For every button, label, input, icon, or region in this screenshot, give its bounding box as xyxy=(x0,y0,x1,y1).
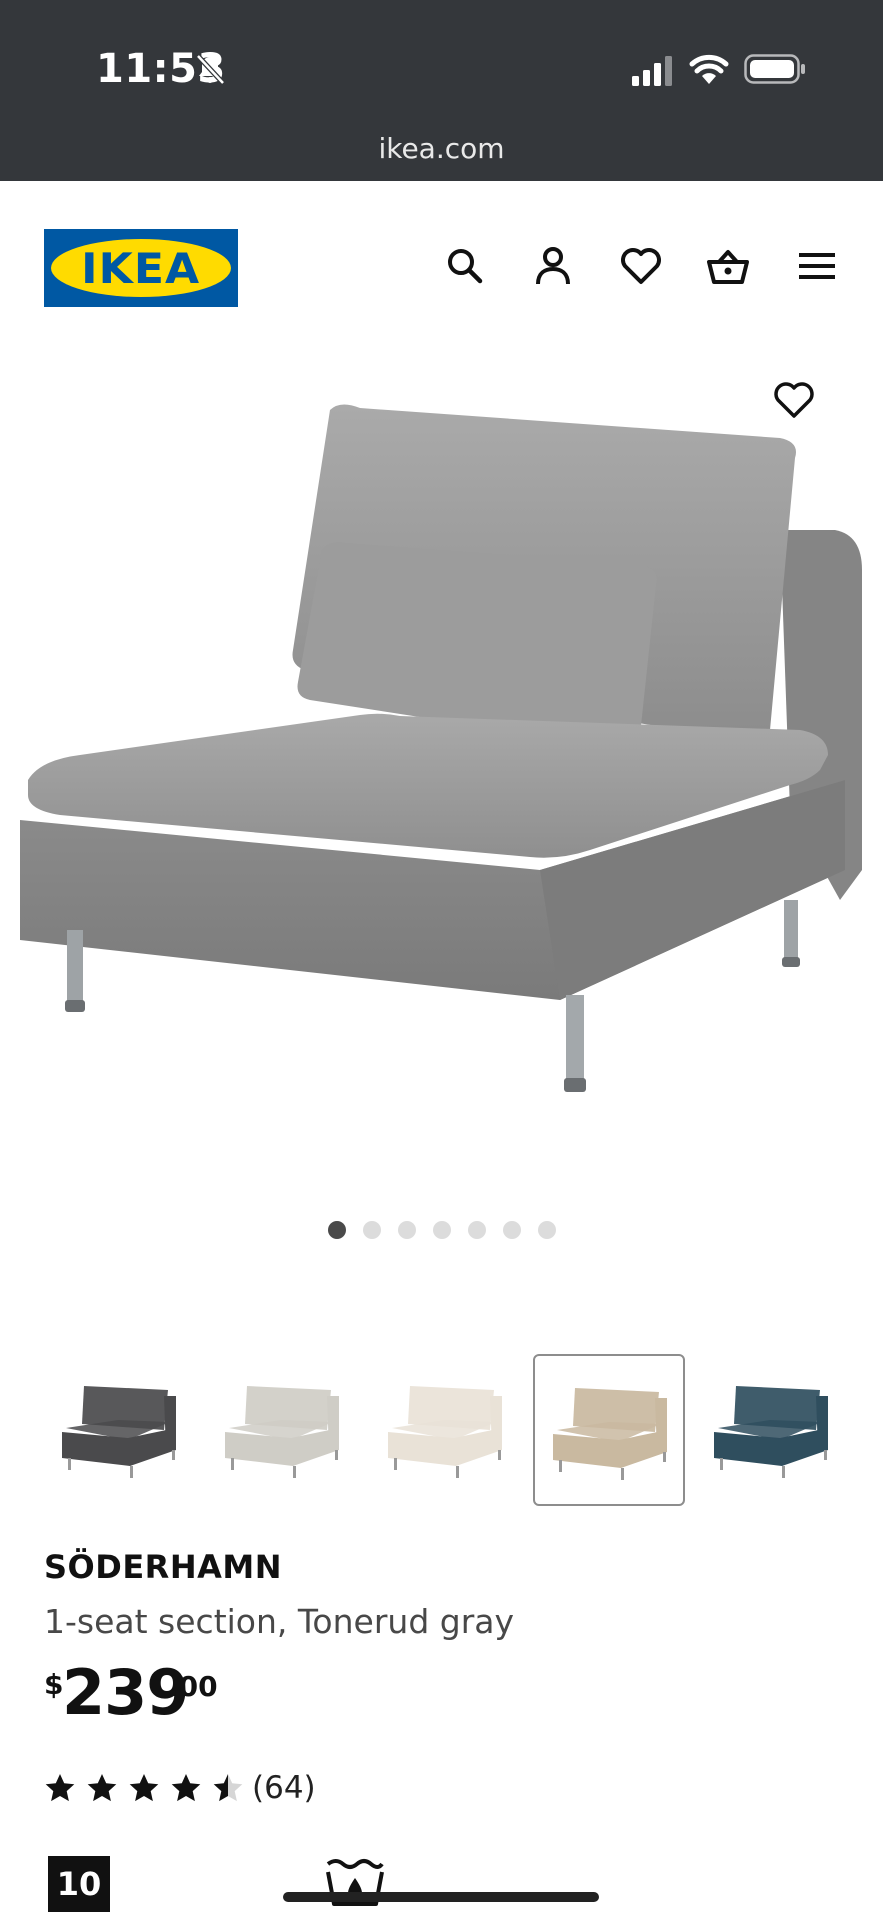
star-icon xyxy=(129,1774,159,1802)
review-count[interactable]: (64) xyxy=(252,1770,316,1806)
swatch-chair-thumb xyxy=(553,1388,667,1480)
search-icon[interactable] xyxy=(443,244,487,288)
account-icon[interactable] xyxy=(531,244,575,288)
gallery-pagination[interactable] xyxy=(0,1221,883,1239)
address-bar-url[interactable]: ikea.com xyxy=(0,132,883,165)
ikea-logo[interactable]: IKEA xyxy=(44,229,238,307)
logo-oval: IKEA xyxy=(51,239,231,297)
browser-status-bar: 11:53 ikea.com xyxy=(0,0,883,181)
color-swatch-blue[interactable] xyxy=(696,1354,848,1506)
battery-icon xyxy=(744,54,805,84)
star-icon xyxy=(45,1774,75,1802)
product-description: 1-seat section, Tonerud gray xyxy=(44,1602,515,1641)
price-currency: $ xyxy=(44,1668,64,1701)
color-swatch-dark-gray[interactable] xyxy=(44,1354,196,1506)
price-decimal: .00 xyxy=(168,1670,218,1703)
star-icon xyxy=(213,1774,243,1802)
silent-bell-icon xyxy=(196,54,225,85)
color-swatch-beige[interactable] xyxy=(533,1354,685,1506)
swatch-chair-thumb xyxy=(714,1386,828,1478)
save-to-favorites-icon[interactable] xyxy=(772,378,816,422)
wifi-icon xyxy=(689,54,729,84)
gallery-dot[interactable] xyxy=(327,1221,346,1239)
cellular-signal-icon xyxy=(632,56,672,86)
color-swatch-off-white[interactable] xyxy=(370,1354,522,1506)
product-name: SÖDERHAMN xyxy=(44,1548,282,1586)
logo-text: IKEA xyxy=(81,243,201,293)
gallery-dot[interactable] xyxy=(362,1221,381,1239)
home-indicator[interactable] xyxy=(283,1892,599,1902)
color-swatch-light-gray[interactable] xyxy=(207,1354,359,1506)
swatch-chair-thumb xyxy=(225,1386,339,1478)
gallery-dot[interactable] xyxy=(502,1221,521,1239)
gallery-dot[interactable] xyxy=(397,1221,416,1239)
star-icon xyxy=(171,1774,201,1802)
gallery-dot[interactable] xyxy=(467,1221,486,1239)
swatch-chair-thumb xyxy=(388,1386,502,1478)
favorites-icon[interactable] xyxy=(619,244,663,288)
swatch-chair-thumb xyxy=(62,1386,176,1478)
cart-icon[interactable] xyxy=(706,244,750,288)
star-icon xyxy=(87,1774,117,1802)
rating-stars[interactable] xyxy=(44,1772,244,1804)
gallery-dot[interactable] xyxy=(432,1221,451,1239)
gallery-dot[interactable] xyxy=(537,1221,556,1239)
color-swatch-row xyxy=(44,1354,883,1506)
product-image[interactable] xyxy=(0,340,883,1140)
menu-icon[interactable] xyxy=(795,244,839,288)
warranty-badge: 10 xyxy=(48,1856,110,1912)
